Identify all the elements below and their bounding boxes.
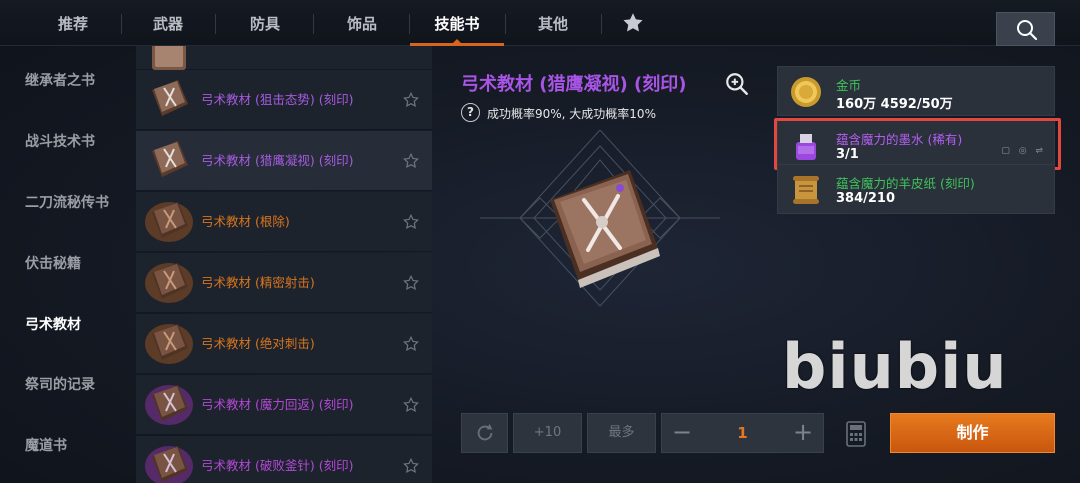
category-inheritor-book[interactable]: 继承者之书 xyxy=(25,70,95,90)
list-item-label: 弓术教材 (根除) xyxy=(201,214,290,229)
list-item[interactable]: 弓术教材 (狙击态势) (刻印) xyxy=(136,70,432,130)
tab-recommend[interactable]: 推荐 xyxy=(42,0,104,46)
category-grimoire[interactable]: 魔道书 xyxy=(25,435,67,455)
book-icon xyxy=(144,137,194,185)
category-ambush-book[interactable]: 伏击秘籍 xyxy=(25,253,81,273)
favorites-star-icon[interactable] xyxy=(620,10,646,36)
tab-separator xyxy=(313,14,314,34)
list-item[interactable]: 弓术教材 (破败釜针) (刻印) xyxy=(136,436,432,483)
reset-button[interactable] xyxy=(461,413,508,453)
material-name: 金币 xyxy=(836,78,862,93)
success-probability-text: 成功概率90%, 大成功概率10% xyxy=(487,107,656,121)
highlight-box xyxy=(774,118,1061,170)
material-name: 蕴含魔力的羊皮纸 (刻印) xyxy=(836,176,975,191)
star-icon[interactable] xyxy=(402,91,420,109)
list-item[interactable]: 弓术教材 (猎鹰凝视) (刻印) xyxy=(136,131,432,191)
quantity-stepper: − 1 + xyxy=(661,413,824,453)
material-count: 384/210 xyxy=(836,191,896,206)
book-icon xyxy=(144,320,194,368)
list-item[interactable]: 弓术教材 (根除) xyxy=(136,192,432,252)
book-icon xyxy=(144,381,194,429)
plus10-button[interactable]: +10 xyxy=(513,413,582,453)
book-icon xyxy=(144,259,194,307)
list-item[interactable]: 弓术教材 (绝对刺击) xyxy=(136,314,432,374)
list-item-label: 弓术教材 (狙击态势) (刻印) xyxy=(201,92,354,107)
book-icon xyxy=(550,170,660,288)
book-icon xyxy=(144,198,194,246)
star-icon[interactable] xyxy=(402,396,420,414)
category-combat-tech-book[interactable]: 战斗技术书 xyxy=(25,131,95,151)
material-gold: 金币 160万 4592/50万 xyxy=(777,66,1055,116)
gold-coin-icon xyxy=(788,74,824,110)
tab-separator xyxy=(601,14,602,34)
max-button[interactable]: 最多 xyxy=(587,413,656,453)
star-icon[interactable] xyxy=(402,457,420,475)
tab-accessories[interactable]: 饰品 xyxy=(331,0,393,46)
help-icon[interactable]: ? xyxy=(461,103,480,122)
quantity-value[interactable]: 1 xyxy=(702,414,783,452)
decrease-button[interactable]: − xyxy=(662,414,702,452)
star-icon[interactable] xyxy=(402,274,420,292)
parchment-icon xyxy=(788,172,824,208)
tab-others[interactable]: 其他 xyxy=(522,0,584,46)
list-item-label: 弓术教材 (破败釜针) (刻印) xyxy=(201,458,354,473)
tab-separator xyxy=(121,14,122,34)
book-icon xyxy=(144,442,194,483)
material-count: 160万 4592/50万 xyxy=(836,97,953,112)
recipe-list: 弓术教材 (狙击态势) (刻印) 弓术教材 (猎鹰凝视) (刻印) 弓术教材 (… xyxy=(136,46,432,483)
tab-separator xyxy=(505,14,506,34)
tab-separator xyxy=(215,14,216,34)
top-tab-bar: 推荐 武器 防具 饰品 技能书 其他 xyxy=(0,0,1080,46)
list-item[interactable]: 弓术教材 (魔力回返) (刻印) xyxy=(136,375,432,435)
reset-icon xyxy=(474,423,496,448)
category-priest-record[interactable]: 祭司的记录 xyxy=(25,374,95,394)
search-icon xyxy=(1015,18,1039,46)
star-icon[interactable] xyxy=(402,335,420,353)
tab-armor[interactable]: 防具 xyxy=(234,0,296,46)
item-artwork xyxy=(480,129,720,310)
craft-button[interactable]: 制作 xyxy=(890,413,1055,453)
star-icon[interactable] xyxy=(402,152,420,170)
tab-skill-books[interactable]: 技能书 xyxy=(410,0,504,46)
watermark: biubiu xyxy=(782,330,1008,403)
list-item-label: 弓术教材 (精密射击) xyxy=(201,275,315,290)
category-dual-blade-book[interactable]: 二刀流秘传书 xyxy=(25,192,109,212)
tab-weapons[interactable]: 武器 xyxy=(137,0,199,46)
list-item[interactable]: 弓术教材 (精密射击) xyxy=(136,253,432,313)
list-item[interactable] xyxy=(136,46,432,70)
list-item-label: 弓术教材 (绝对刺击) xyxy=(201,336,315,351)
calculator-icon[interactable] xyxy=(845,420,867,448)
item-title: 弓术教材 (猎鹰凝视) (刻印) xyxy=(461,74,687,95)
book-icon xyxy=(144,76,194,124)
list-item-label: 弓术教材 (魔力回返) (刻印) xyxy=(201,397,354,412)
search-button[interactable] xyxy=(996,12,1055,46)
zoom-in-icon[interactable] xyxy=(724,71,750,97)
list-item-label: 弓术教材 (猎鹰凝视) (刻印) xyxy=(201,153,354,168)
category-archery-book[interactable]: 弓术教材 xyxy=(25,314,81,334)
material-parchment: 蕴含魔力的羊皮纸 (刻印) 384/210 xyxy=(777,164,1055,214)
star-icon[interactable] xyxy=(402,213,420,231)
increase-button[interactable]: + xyxy=(783,414,823,452)
